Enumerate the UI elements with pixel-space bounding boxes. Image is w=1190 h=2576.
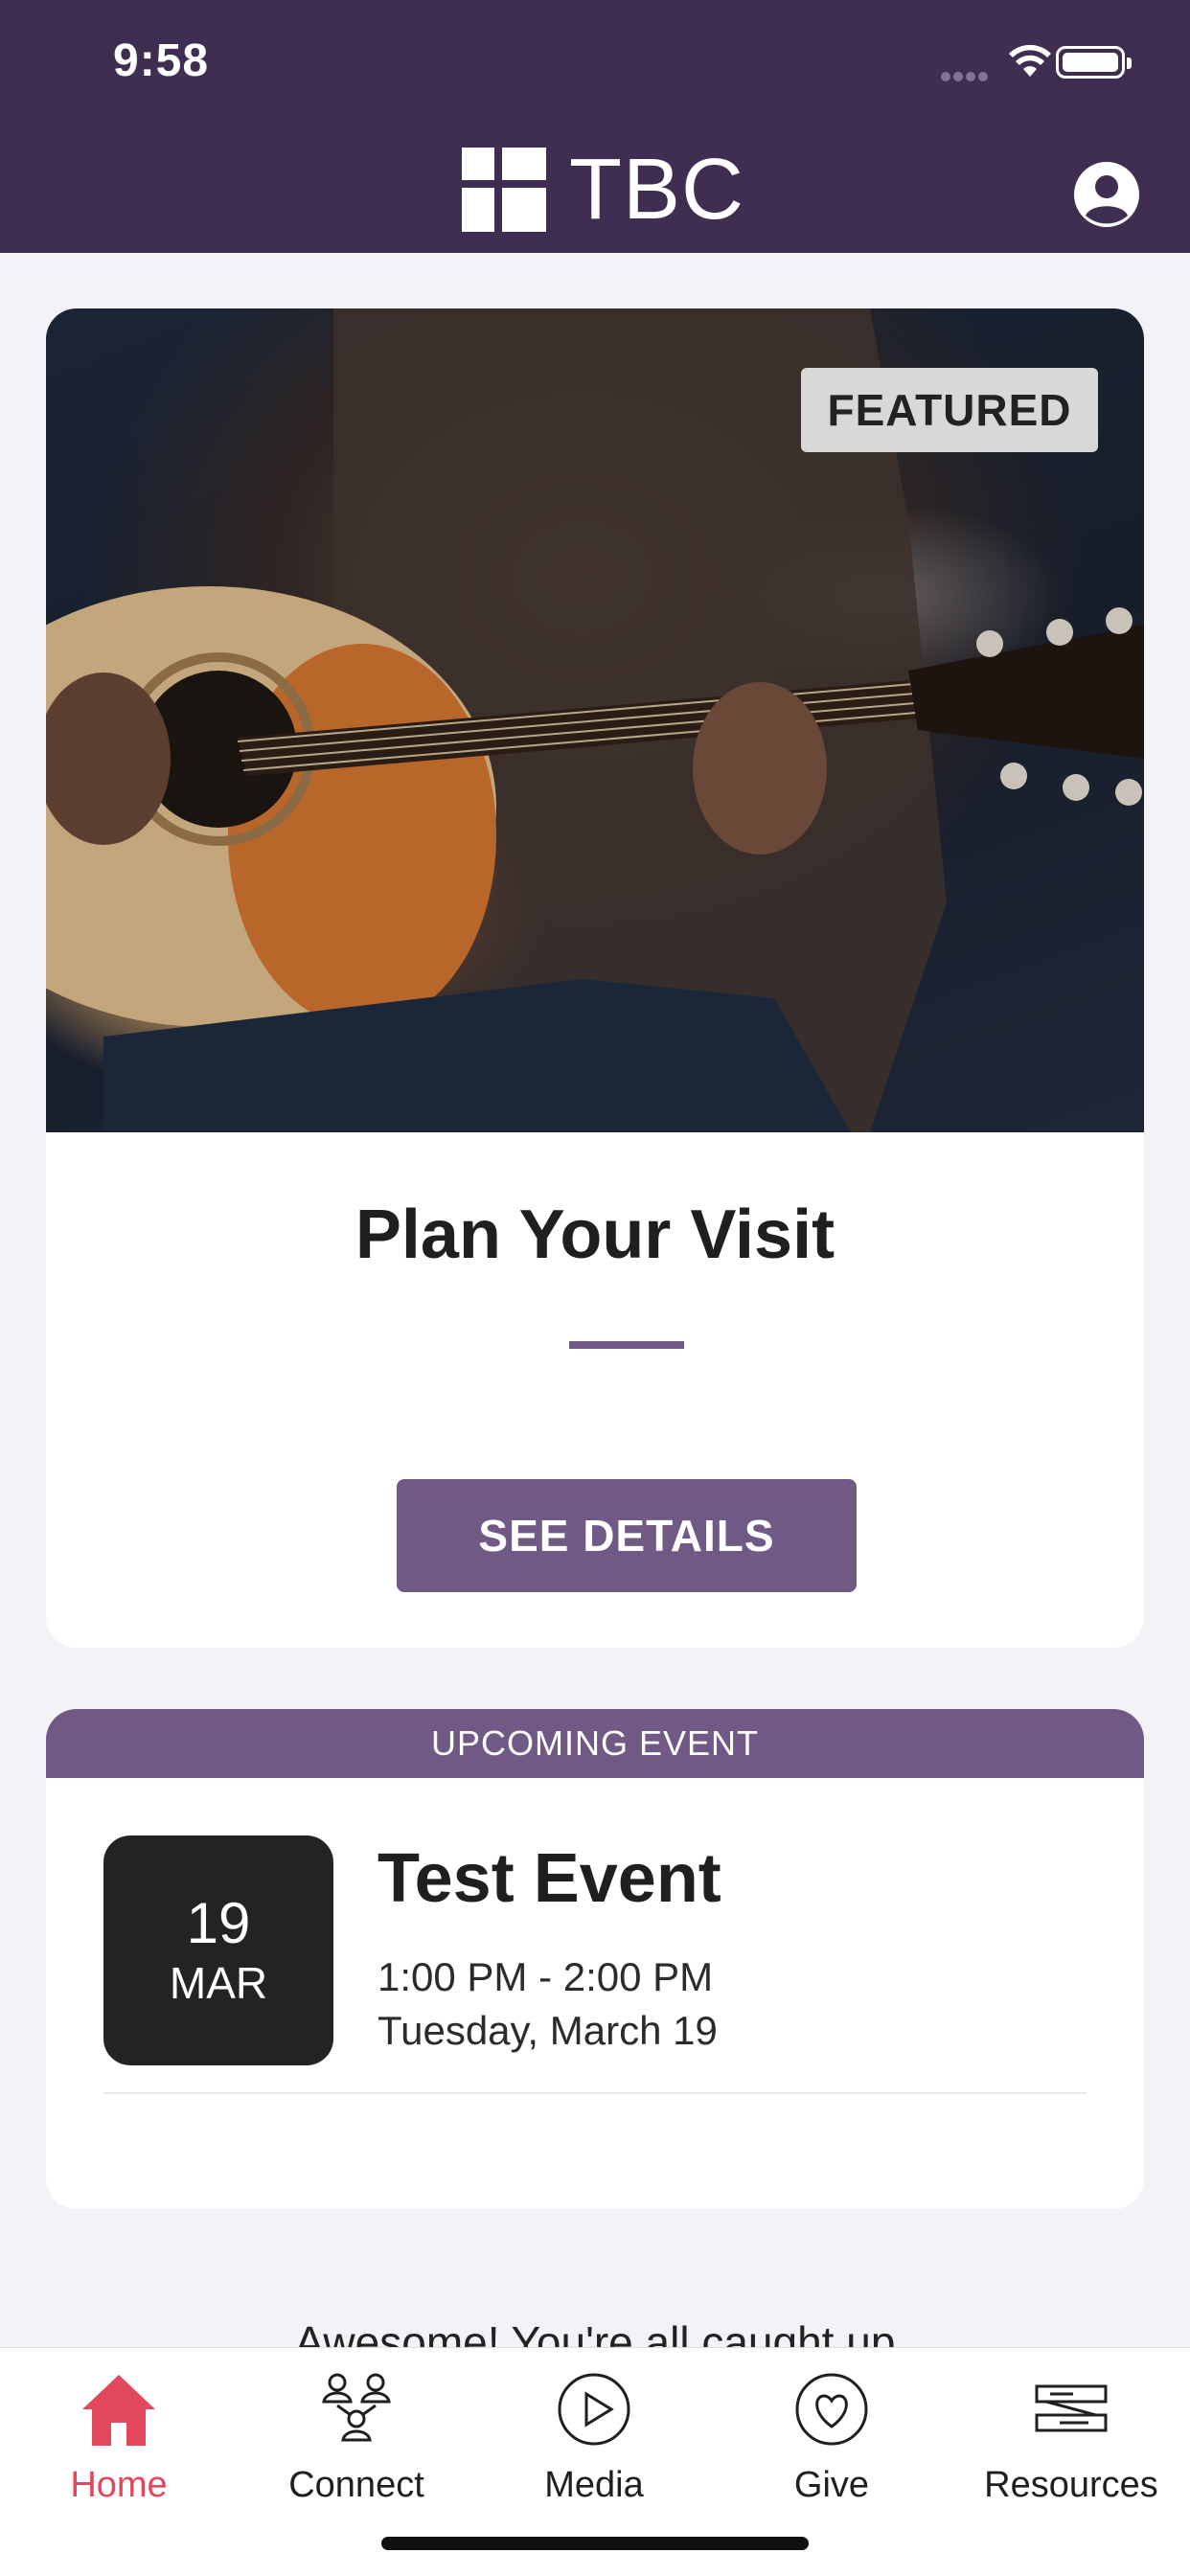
tab-connect[interactable]: Connect xyxy=(238,2356,475,2505)
featured-badge: FEATURED xyxy=(801,368,1098,452)
status-time: 9:58 xyxy=(113,35,210,86)
app-header: 9:58 TBC xyxy=(0,0,1190,253)
tab-resources[interactable]: Resources xyxy=(952,2356,1190,2505)
tab-resources-label: Resources xyxy=(984,2465,1158,2505)
tab-give[interactable]: Give xyxy=(713,2356,950,2505)
people-icon xyxy=(322,2373,391,2442)
event-day: 19 xyxy=(186,1891,251,1955)
see-details-button[interactable]: SEE DETAILS xyxy=(397,1479,857,1592)
battery-icon xyxy=(1056,46,1132,79)
bible-icon xyxy=(1035,2384,1108,2432)
tab-connect-label: Connect xyxy=(288,2465,424,2505)
event-divider xyxy=(103,2092,1087,2094)
cross-logo-icon xyxy=(462,148,546,232)
heart-circle-icon xyxy=(795,2373,868,2446)
tab-home-label: Home xyxy=(70,2465,168,2505)
home-indicator[interactable] xyxy=(381,2537,809,2550)
tab-give-label: Give xyxy=(793,2465,870,2505)
event-date: Tuesday, March 19 xyxy=(378,2008,718,2053)
title-divider xyxy=(569,1341,684,1349)
event-time: 1:00 PM - 2:00 PM xyxy=(378,1954,714,1999)
tab-media[interactable]: Media xyxy=(475,2356,713,2505)
event-month: MAR xyxy=(169,1958,268,2008)
upcoming-event-label: UPCOMING EVENT xyxy=(46,1709,1144,1778)
profile-icon[interactable] xyxy=(1073,161,1140,228)
tab-media-label: Media xyxy=(544,2465,644,2505)
upcoming-event-card[interactable]: UPCOMING EVENT 19 MAR Test Event 1:00 PM… xyxy=(46,1709,1144,2209)
event-date-badge: 19 MAR xyxy=(103,1835,333,2065)
logo-text: TBC xyxy=(569,141,744,238)
featured-card[interactable]: FEATURED Plan Your Visit SEE DETAILS xyxy=(46,308,1144,1648)
featured-title: Plan Your Visit xyxy=(355,1197,835,1273)
wifi-icon xyxy=(1009,44,1051,77)
tab-home[interactable]: Home xyxy=(0,2356,238,2505)
featured-image: FEATURED xyxy=(46,308,1144,1132)
church-logo: TBC xyxy=(460,142,744,238)
home-icon xyxy=(82,2375,155,2446)
event-title[interactable]: Test Event xyxy=(378,1839,721,1918)
play-circle-icon xyxy=(558,2373,630,2446)
cellular-signal-icon xyxy=(941,69,995,81)
